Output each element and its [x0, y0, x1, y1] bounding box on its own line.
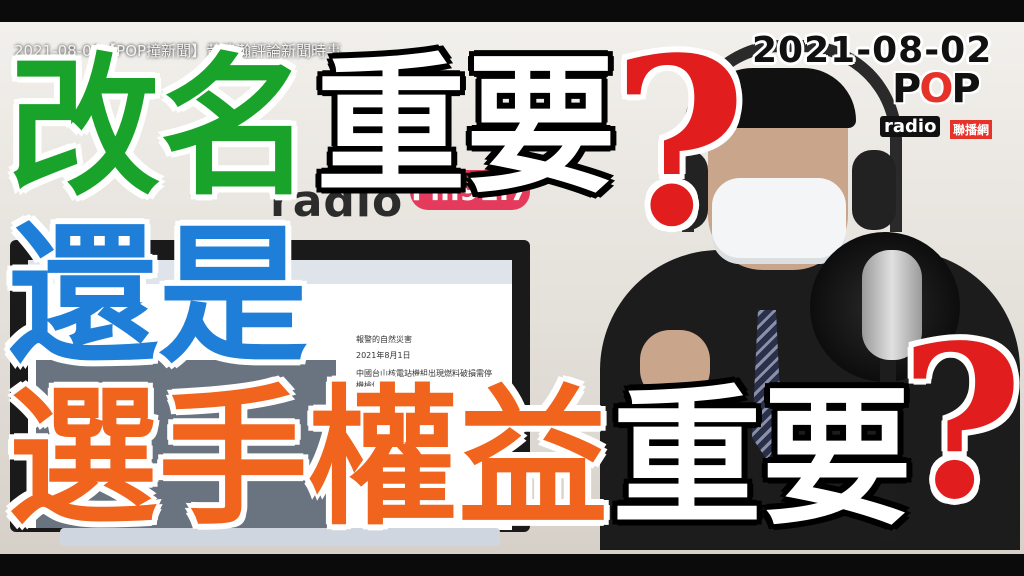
headphone-right-cup [852, 150, 896, 230]
pop-logo: POP [892, 66, 981, 112]
article-line: 報警的自然災害 [356, 335, 412, 344]
question-mark-icon: ? [900, 299, 1024, 546]
headline-rename: 改名 [8, 39, 312, 216]
pop-logo-p2: P [951, 66, 980, 112]
pop-logo-o: O [919, 66, 953, 112]
letterbox-top [0, 0, 1024, 22]
pop-logo-network: 聯播網 [950, 120, 993, 139]
pop-logo-p1: P [892, 66, 921, 112]
headline-or: 還是 [8, 210, 309, 384]
letterbox-bottom [0, 554, 1024, 576]
date-stamp: 2021-08-02 [752, 30, 993, 71]
headline-important-2: 重要 [612, 372, 913, 546]
question-mark-icon: ? [612, 8, 747, 278]
pop-logo-radio: radio [880, 116, 941, 137]
headline-athlete-rights: 選手權益 [8, 372, 609, 546]
article-line: 2021年8月1日 [356, 351, 411, 360]
headline-important-1: 重要 [316, 40, 617, 214]
